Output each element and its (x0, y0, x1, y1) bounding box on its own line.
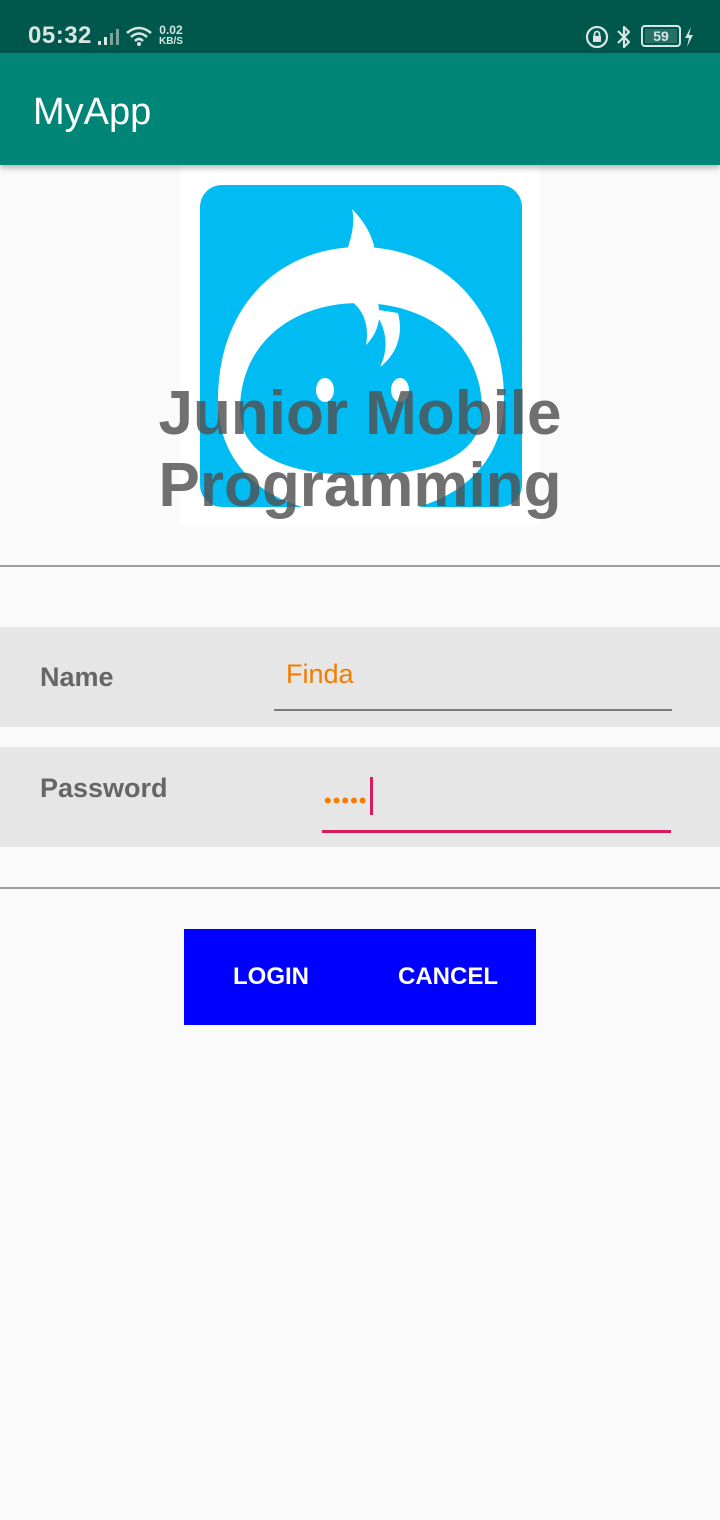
app-title: MyApp (33, 91, 152, 133)
password-row: Password ••••• (0, 747, 720, 847)
status-bar: 05:32 0.02 KB/S 59 (0, 0, 720, 53)
status-time: 05:32 (28, 22, 92, 49)
net-speed-unit: KB/S (159, 36, 183, 47)
lock-rotation-icon (585, 25, 609, 49)
app-bar: MyApp (0, 53, 720, 165)
battery-icon: 59 (641, 25, 681, 47)
password-field[interactable]: ••••• (322, 773, 671, 833)
button-bar: LOGIN CANCEL (184, 929, 536, 1025)
name-label: Name (40, 662, 114, 692)
wifi-icon (126, 26, 152, 46)
divider-bottom (0, 887, 720, 889)
net-speed: 0.02 KB/S (159, 24, 183, 48)
bluetooth-icon (617, 25, 631, 49)
text-cursor (369, 777, 373, 815)
title-line-2: Programming (158, 451, 562, 520)
password-label: Password (40, 773, 168, 803)
title-line-1: Junior Mobile (158, 379, 562, 448)
name-row: Name Finda (0, 627, 720, 727)
login-button[interactable]: LOGIN (190, 929, 352, 1025)
signal-icon (98, 29, 119, 45)
net-speed-value: 0.02 (159, 23, 183, 37)
divider-top (0, 565, 720, 567)
password-value: ••••• (324, 787, 368, 813)
page-title: Junior Mobile Programming (0, 378, 720, 522)
battery-level: 59 (653, 28, 669, 44)
charging-icon (685, 27, 693, 47)
cancel-button[interactable]: CANCEL (360, 929, 536, 1025)
name-field[interactable]: Finda (274, 653, 672, 711)
